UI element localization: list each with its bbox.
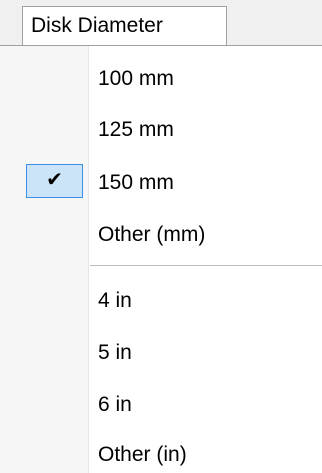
menu-item-100-mm[interactable]: 100 mm	[0, 54, 322, 104]
checkmark-icon: ✔	[46, 169, 63, 191]
menu-item-label: 5 in	[98, 341, 132, 364]
dropdown-menu: 100 mm 125 mm ✔ 150 mm Other (mm) 4 in 5…	[0, 45, 322, 473]
menu-separator	[90, 265, 322, 266]
disk-diameter-menu-window: Disk Diameter 100 mm 125 mm ✔ 150 mm Oth…	[0, 0, 322, 473]
menu-item-5-in[interactable]: 5 in	[0, 328, 322, 378]
menu-item-label: 150 mm	[98, 171, 174, 194]
menu-item-other-mm[interactable]: Other (mm)	[0, 210, 322, 260]
menu-item-125-mm[interactable]: 125 mm	[0, 105, 322, 155]
menu-item-4-in[interactable]: 4 in	[0, 276, 322, 326]
menu-item-label: Other (in)	[98, 443, 187, 466]
menu-item-label: 125 mm	[98, 118, 174, 141]
menu-item-150-mm[interactable]: ✔ 150 mm	[0, 158, 322, 208]
menu-item-label: Other (mm)	[98, 223, 206, 246]
menu-item-label: 4 in	[98, 289, 132, 312]
checked-indicator: ✔	[26, 164, 83, 198]
disk-diameter-menu-button[interactable]: Disk Diameter	[22, 6, 227, 46]
menu-item-label: 6 in	[98, 393, 132, 416]
menu-item-6-in[interactable]: 6 in	[0, 380, 322, 430]
menu-item-label: 100 mm	[98, 67, 174, 90]
menu-item-other-in[interactable]: Other (in)	[0, 430, 322, 473]
